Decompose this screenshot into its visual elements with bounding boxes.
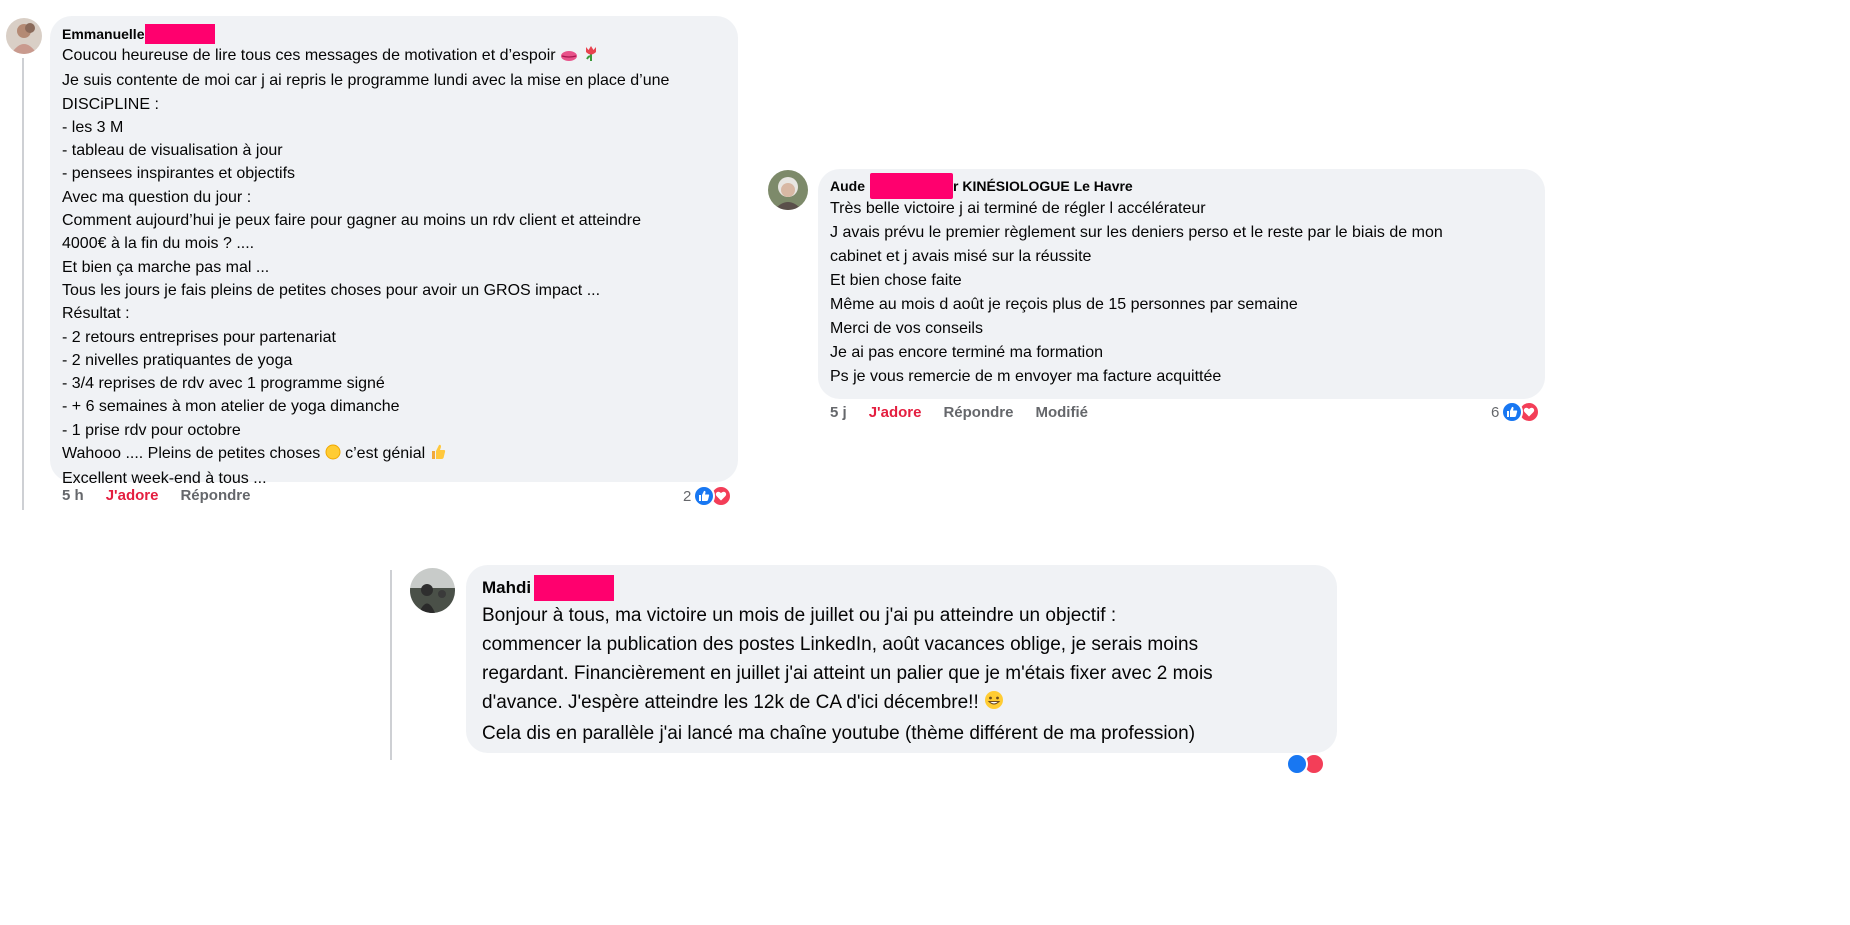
comment-line: - 1 prise rdv pour octobre: [62, 421, 241, 439]
comment-line: Bonjour à tous, ma victoire un mois de j…: [482, 605, 1117, 626]
user-avatar-photo-icon: [410, 568, 455, 613]
comment-line: Avec ma question du jour :: [62, 188, 252, 206]
comment-bubble: Emmanuelle Coucou heureuse de lire tous …: [50, 16, 738, 487]
comment-timestamp[interactable]: 5 j: [830, 404, 847, 421]
comment-line: Cela dis en parallèle j'ai lancé ma chaî…: [482, 723, 1196, 744]
comment-line: Et bien ça marche pas mal ...: [62, 258, 270, 276]
love-button[interactable]: J'adore: [869, 404, 922, 421]
reply-button[interactable]: Répondre: [943, 404, 1013, 421]
user-avatar-photo-icon: [6, 18, 42, 54]
comment-line: commencer la publication des postes Link…: [482, 634, 1199, 655]
thread-line: [22, 58, 24, 510]
comment-line: Ps je vous remercie de m envoyer ma fact…: [830, 368, 1222, 385]
avatar[interactable]: [6, 18, 42, 54]
reaction-count: 6: [1491, 403, 1500, 421]
lips-emoji-icon: [560, 46, 578, 69]
redacted-name: [534, 575, 615, 601]
comment-actions: 5 h J'adore Répondre: [62, 487, 272, 504]
comment-bubble: Mahdi Bonjour à tous, ma victoire un moi…: [466, 565, 1337, 753]
comment-line: Wahooo .... Pleins de petites choses c’e…: [62, 442, 669, 467]
comment-body: Très belle victoire j ai terminé de régl…: [830, 197, 1443, 389]
comment-body: Bonjour à tous, ma victoire un mois de j…: [482, 601, 1213, 748]
avatar[interactable]: [410, 568, 455, 613]
comment-line: - tableau de visualisation à jour: [62, 142, 283, 160]
comment-line: Coucou heureuse de lire tous ces message…: [62, 44, 669, 69]
comment-bubble: Aude r KINÉSIOLOGUE Le Havre Très belle …: [818, 169, 1545, 399]
comment-line: - les 3 M: [62, 118, 124, 136]
author-line: Emmanuelle: [62, 24, 216, 44]
comment-timestamp[interactable]: 5 h: [62, 487, 84, 504]
comment-line: Merci de vos conseils: [830, 320, 983, 337]
comment-line: Même au mois d août je reçois plus de 15…: [830, 296, 1298, 313]
redacted-name: [870, 173, 953, 199]
reaction-count: 2: [683, 487, 692, 505]
comment-line: - 3/4 reprises de rdv avec 1 programme s…: [62, 375, 385, 393]
reaction-summary[interactable]: 6: [1491, 401, 1541, 423]
reply-button[interactable]: Répondre: [180, 487, 250, 504]
redacted-name: [145, 24, 216, 44]
comment-body: Coucou heureuse de lire tous ces message…: [62, 44, 669, 491]
comment-line: Très belle victoire j ai terminé de régl…: [830, 200, 1206, 217]
tulip-emoji-icon: [583, 44, 599, 69]
thumbs-up-emoji-icon: [430, 443, 446, 467]
comment-line: Comment aujourd’hui je peux faire pour g…: [62, 212, 641, 230]
like-reaction-icon: [693, 485, 716, 507]
comment-line: DISCiPLINE :: [62, 95, 159, 113]
love-button[interactable]: J'adore: [106, 487, 159, 504]
like-reaction-icon: [1501, 401, 1524, 423]
like-reaction-icon: [1286, 753, 1308, 775]
comment-line: Je ai pas encore terminé ma formation: [830, 344, 1104, 361]
comment-author[interactable]: Emmanuelle: [62, 26, 144, 42]
comment-author[interactable]: Aude: [830, 178, 865, 194]
reaction-summary[interactable]: [1286, 753, 1325, 775]
comment-author[interactable]: Mahdi: [482, 578, 531, 598]
comment-actions: 5 j J'adore Répondre Modifié: [830, 404, 1110, 421]
comment-line: cabinet et j avais misé sur la réussite: [830, 248, 1092, 265]
author-line: Mahdi: [482, 575, 615, 601]
avatar[interactable]: [768, 170, 808, 210]
comment-line: d'avance. J'espère atteindre les 12k de …: [482, 688, 1213, 719]
comment-author-suffix[interactable]: r KINÉSIOLOGUE Le Havre: [953, 178, 1133, 194]
comment-line: Je suis contente de moi car j ai repris …: [62, 72, 670, 90]
comment-line: - pensees inspirantes et objectifs: [62, 165, 296, 183]
comment-line: - + 6 semaines à mon atelier de yoga dim…: [62, 398, 400, 416]
comment-line: Résultat :: [62, 305, 130, 323]
sun-emoji-icon: [325, 444, 341, 467]
user-avatar-photo-icon: [768, 170, 808, 210]
comment-line: Et bien chose faite: [830, 272, 962, 289]
grinning-emoji-icon: [984, 690, 1004, 719]
comment-line: 4000€ à la fin du mois ? ....: [62, 235, 255, 253]
comment-line: Tous les jours je fais pleins de petites…: [62, 281, 601, 299]
edited-label: Modifié: [1035, 404, 1088, 421]
comment-line: regardant. Financièrement en juillet j'a…: [482, 663, 1213, 684]
comment-line: - 2 nivelles pratiquantes de yoga: [62, 351, 293, 369]
comment-line: J avais prévu le premier règlement sur l…: [830, 224, 1443, 241]
author-line: Aude r KINÉSIOLOGUE Le Havre: [830, 173, 1133, 199]
thread-line: [390, 570, 392, 760]
reaction-summary[interactable]: 2: [683, 485, 733, 507]
comment-line: - 2 retours entreprises pour partenariat: [62, 328, 336, 346]
